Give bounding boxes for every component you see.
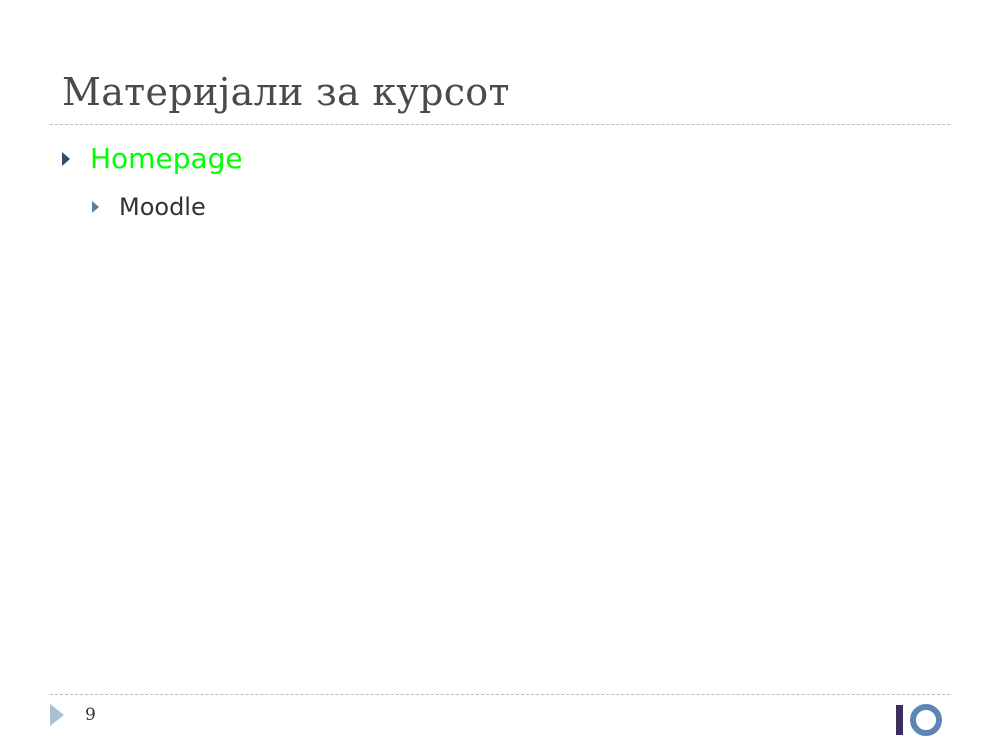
triangle-bullet-icon	[62, 151, 70, 166]
slide: Материјали за курсот Homepage Moodle 9	[0, 0, 1000, 750]
bullet-item: Homepage	[62, 142, 243, 175]
logo-ring	[910, 704, 942, 736]
io-logo-icon	[896, 704, 942, 736]
logo-bar	[896, 705, 903, 735]
moodle-item: Moodle	[119, 193, 206, 221]
homepage-link[interactable]: Homepage	[90, 142, 243, 175]
title-divider	[50, 124, 950, 125]
footer-triangle-icon	[50, 704, 64, 726]
sub-bullet-item: Moodle	[92, 193, 206, 221]
slide-title: Материјали за курсот	[62, 70, 510, 114]
page-number: 9	[85, 705, 96, 725]
triangle-bullet-icon	[92, 201, 99, 213]
footer-divider	[50, 694, 950, 695]
